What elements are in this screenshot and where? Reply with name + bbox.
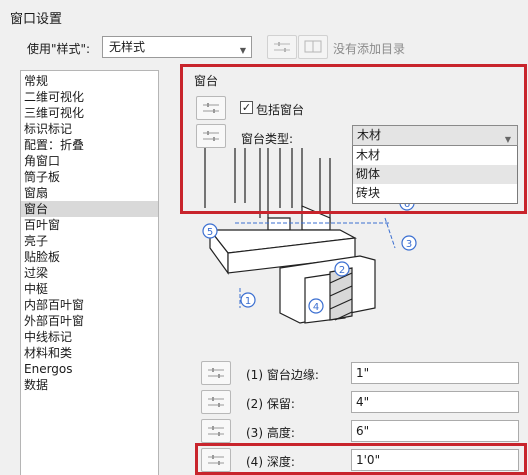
category-item[interactable]: 贴脸板	[21, 249, 158, 265]
sill-type-settings-button[interactable]	[196, 124, 226, 148]
sliders-icon	[208, 397, 224, 407]
category-item[interactable]: 标识标记	[21, 121, 158, 137]
category-item[interactable]: 窗扇	[21, 185, 158, 201]
category-item[interactable]: 材料和类	[21, 345, 158, 361]
depth-input[interactable]: 1'0"	[351, 449, 519, 471]
callout-3-label: 3	[406, 239, 412, 250]
chevron-down-icon: ▼	[504, 135, 511, 144]
style-settings-button[interactable]	[267, 35, 297, 59]
category-item[interactable]: 中梃	[21, 281, 158, 297]
sill-type-dropdown[interactable]: 木材 砌体 砖块	[352, 146, 518, 204]
callout-1-label: 1	[245, 296, 251, 307]
include-sill-settings-button[interactable]	[196, 96, 226, 120]
category-item[interactable]: 三维可视化	[21, 105, 158, 121]
category-item[interactable]: Energos	[21, 361, 158, 377]
callout-2-label: 2	[339, 265, 345, 276]
sliders-icon	[208, 368, 224, 378]
book-icon	[304, 40, 322, 53]
height-label: (3) 高度:	[246, 426, 295, 440]
chevron-down-icon: ▼	[239, 46, 246, 55]
category-item[interactable]: 配置：折叠	[21, 137, 158, 153]
include-sill-checkbox[interactable]: ✓	[240, 101, 253, 114]
category-item[interactable]: 数据	[21, 377, 158, 393]
sliders-icon	[274, 42, 290, 52]
sliders-icon	[208, 426, 224, 436]
param-settings-button[interactable]	[201, 448, 231, 472]
include-sill-label: 包括窗台	[256, 103, 305, 117]
category-item[interactable]: 内部百叶窗	[21, 297, 158, 313]
sill-group-title: 窗台	[194, 74, 219, 88]
sill-edge-label: (1) 窗台边缘:	[246, 368, 319, 382]
category-item[interactable]: 外部百叶窗	[21, 313, 158, 329]
sliders-icon	[203, 131, 219, 141]
sill-type-option[interactable]: 木材	[353, 146, 517, 165]
category-item[interactable]: 角窗口	[21, 153, 158, 169]
category-item[interactable]: 常规	[21, 73, 158, 89]
sill-edge-input[interactable]: 1"	[351, 362, 519, 384]
style-select[interactable]: 无样式 ▼	[102, 36, 252, 58]
catalog-button[interactable]	[298, 35, 328, 59]
param-settings-button[interactable]	[201, 361, 231, 385]
category-item[interactable]: 百叶窗	[21, 217, 158, 233]
category-list[interactable]: 常规 二维可视化 三维可视化 标识标记 配置：折叠 角窗口 筒子板 窗扇 窗台 …	[20, 70, 159, 475]
sliders-icon	[208, 455, 224, 465]
retention-label: (2) 保留:	[246, 397, 295, 411]
callout-5-label: 5	[207, 227, 213, 238]
dialog-title: 窗口设置	[10, 12, 63, 27]
sill-type-value: 木材	[357, 128, 382, 142]
callout-4-label: 4	[313, 302, 319, 313]
height-input[interactable]: 6"	[351, 420, 519, 442]
style-select-value: 无样式	[109, 40, 146, 54]
sill-type-option-highlighted[interactable]: 砌体	[353, 165, 517, 184]
category-item[interactable]: 筒子板	[21, 169, 158, 185]
retention-input[interactable]: 4"	[351, 391, 519, 413]
param-settings-button[interactable]	[201, 419, 231, 443]
sliders-icon	[203, 103, 219, 113]
category-item[interactable]: 亮子	[21, 233, 158, 249]
category-item[interactable]: 二维可视化	[21, 89, 158, 105]
no-catalog-text: 没有添加目录	[333, 42, 406, 56]
category-item[interactable]: 中线标记	[21, 329, 158, 345]
depth-label: (4) 深度:	[246, 455, 295, 469]
sill-type-label: 窗台类型:	[241, 132, 294, 146]
category-item[interactable]: 过梁	[21, 265, 158, 281]
sill-type-option[interactable]: 砖块	[353, 184, 517, 203]
param-settings-button[interactable]	[201, 390, 231, 414]
style-label: 使用"样式":	[27, 42, 91, 56]
sill-type-select[interactable]: 木材 ▼	[352, 125, 518, 146]
category-item-selected[interactable]: 窗台	[21, 201, 158, 217]
